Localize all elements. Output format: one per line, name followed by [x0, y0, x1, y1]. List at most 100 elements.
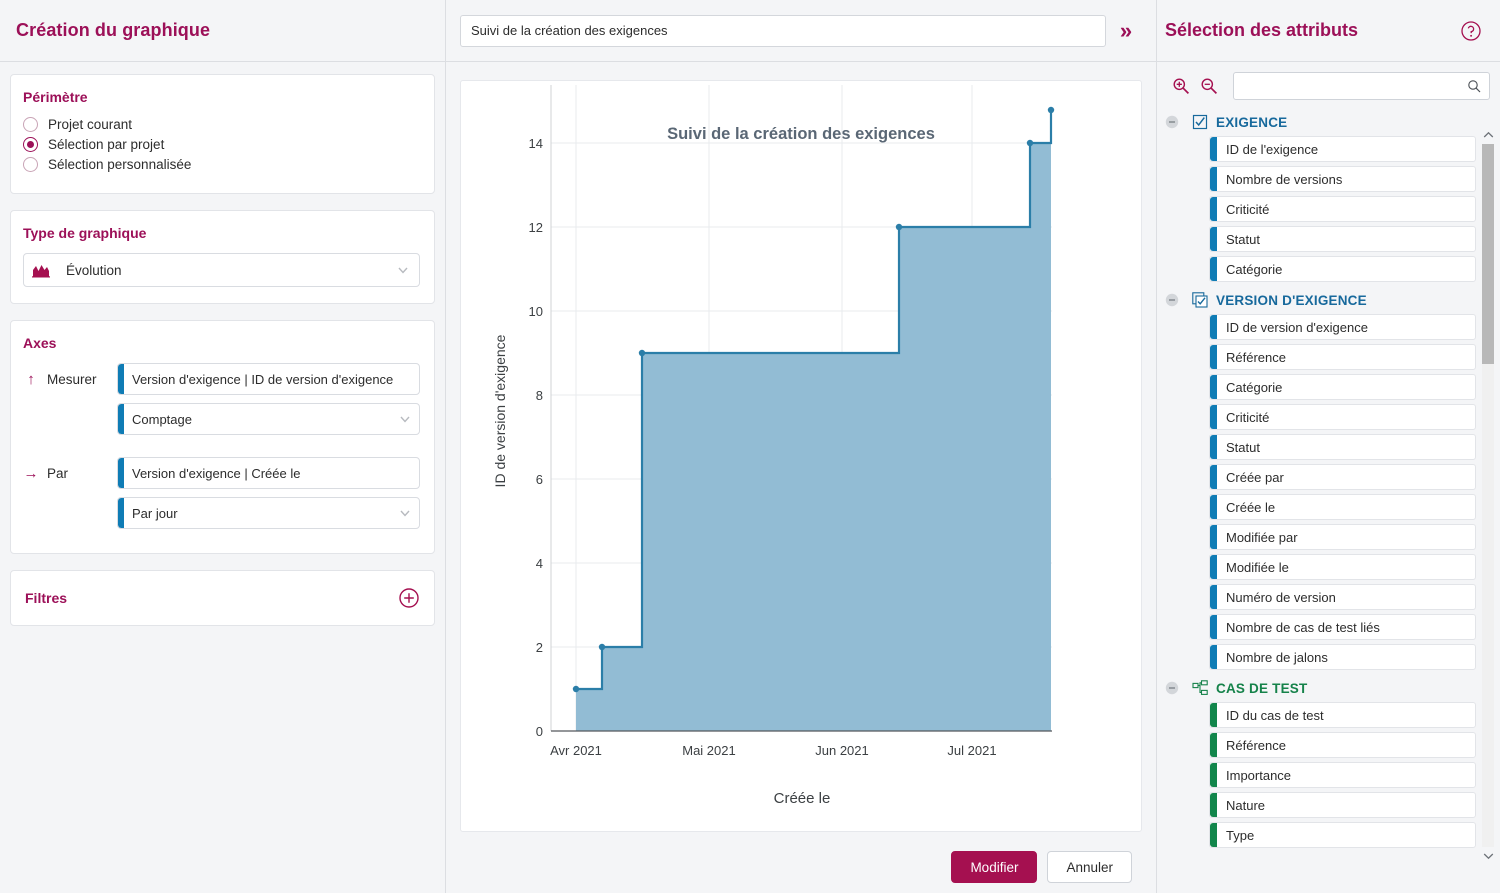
chevron-down-icon[interactable] — [399, 413, 411, 425]
zoom-out-icon[interactable] — [1199, 76, 1219, 96]
axes-card: Axes ↑ Mesurer Version d'exigence | ID d… — [10, 320, 435, 554]
chart-y-tick-labels: 0 2 4 6 8 10 12 14 — [529, 136, 543, 739]
attribute-selection-panel: Sélection des attributs — [1156, 0, 1500, 893]
radio-option-projet-courant[interactable]: Projet courant — [23, 117, 420, 132]
attribute-label: Nombre de cas de test liés — [1226, 620, 1380, 635]
attribute-item[interactable]: Modifiée par — [1209, 524, 1476, 550]
axis-field-wrap: Par jour — [117, 497, 420, 529]
left-panel-body: Périmètre Projet courant Sélection par p… — [0, 62, 445, 642]
attribute-item[interactable]: Importance — [1209, 762, 1476, 788]
radio-indicator[interactable] — [23, 137, 38, 152]
attribute-item[interactable]: Modifiée le — [1209, 554, 1476, 580]
attribute-item[interactable]: Nombre de versions — [1209, 166, 1476, 192]
tree-group-cas-de-test[interactable]: CAS DE TEST — [1165, 674, 1476, 702]
axis-row-measure-operation: ↑ x Comptage — [23, 403, 420, 435]
attribute-item[interactable]: Nombre de jalons — [1209, 644, 1476, 670]
attribute-item[interactable]: ID de l'exigence — [1209, 136, 1476, 162]
axis-row-par: → Par Version d'exigence | Créée le — [23, 457, 420, 489]
minus-circle-icon[interactable] — [1165, 115, 1179, 129]
minus-circle-icon[interactable] — [1165, 681, 1179, 695]
attribute-label: Référence — [1226, 350, 1286, 365]
arrow-up-icon: ↑ — [23, 371, 39, 388]
svg-text:Avr 2021: Avr 2021 — [550, 743, 602, 758]
modifier-button[interactable]: Modifier — [951, 851, 1037, 883]
radio-option-selection-personnalisee[interactable]: Sélection personnalisée — [23, 157, 420, 172]
attribute-item[interactable]: ID de version d'exigence — [1209, 314, 1476, 340]
page-title: Création du graphique — [16, 20, 210, 41]
by-operation-select[interactable]: Par jour — [117, 497, 420, 529]
zoom-in-icon[interactable] — [1171, 76, 1191, 96]
chart-type-select[interactable]: Évolution — [23, 253, 420, 287]
data-point — [1027, 140, 1033, 146]
chart-type-title: Type de graphique — [23, 225, 420, 241]
right-panel-header: Sélection des attributs — [1157, 0, 1500, 62]
attribute-item[interactable]: Statut — [1209, 434, 1476, 460]
attribute-item[interactable]: Créée le — [1209, 494, 1476, 520]
radio-option-selection-par-projet[interactable]: Sélection par projet — [23, 137, 420, 152]
attribute-item[interactable]: Nombre de cas de test liés — [1209, 614, 1476, 640]
chevron-down-icon[interactable] — [1483, 852, 1494, 860]
measure-field[interactable]: Version d'exigence | ID de version d'exi… — [117, 363, 420, 395]
area-chart-icon — [32, 263, 52, 278]
by-field-value: Version d'exigence | Créée le — [132, 466, 411, 481]
chevron-down-icon[interactable] — [399, 507, 411, 519]
checkbox-checked-icon — [1192, 114, 1208, 130]
chevron-up-icon[interactable] — [1483, 131, 1494, 139]
measure-operation-value: Comptage — [132, 412, 399, 427]
annuler-button[interactable]: Annuler — [1047, 851, 1132, 883]
scroll-up-button[interactable] — [1482, 128, 1494, 142]
plus-circle-icon[interactable] — [398, 587, 420, 609]
attribute-label: Catégorie — [1226, 262, 1282, 277]
help-circle-icon[interactable] — [1460, 20, 1482, 42]
radio-indicator[interactable] — [23, 117, 38, 132]
perimetre-card: Périmètre Projet courant Sélection par p… — [10, 74, 435, 194]
minus-circle-icon[interactable] — [1165, 293, 1179, 307]
svg-text:12: 12 — [529, 220, 543, 235]
attribute-item[interactable]: Référence — [1209, 732, 1476, 758]
chart-preview-panel: » Suivi de la création des exigences — [446, 0, 1156, 893]
measure-operation-select[interactable]: Comptage — [117, 403, 420, 435]
tree-group-version-exigence[interactable]: VERSION D'EXIGENCE — [1165, 286, 1476, 314]
axis-field-wrap: Version d'exigence | ID de version d'exi… — [117, 363, 420, 395]
search-icon[interactable] — [1467, 79, 1481, 93]
attribute-item[interactable]: Catégorie — [1209, 256, 1476, 282]
attribute-item[interactable]: Créée par — [1209, 464, 1476, 490]
copy-checkbox-icon — [1192, 292, 1208, 308]
attribute-item[interactable]: Numéro de version — [1209, 584, 1476, 610]
attribute-item[interactable]: Criticité — [1209, 196, 1476, 222]
data-point — [896, 224, 902, 230]
axis-field-wrap: Comptage — [117, 403, 420, 435]
group-label: CAS DE TEST — [1216, 681, 1307, 696]
data-point — [599, 644, 605, 650]
expand-panel-button[interactable]: » — [1106, 11, 1146, 51]
attribute-label: Nature — [1226, 798, 1265, 813]
attribute-item[interactable]: ID du cas de test — [1209, 702, 1476, 728]
attribute-item[interactable]: Référence — [1209, 344, 1476, 370]
attribute-toolbar — [1157, 62, 1500, 108]
search-input[interactable] — [1240, 79, 1467, 94]
attribute-label: Statut — [1226, 440, 1260, 455]
tree-group-exigence[interactable]: EXIGENCE — [1165, 108, 1476, 136]
svg-text:Jul 2021: Jul 2021 — [947, 743, 996, 758]
scroll-down-button[interactable] — [1482, 849, 1494, 863]
attribute-item[interactable]: Statut — [1209, 226, 1476, 252]
arrow-right-icon: → — [23, 465, 39, 482]
attribute-search-box[interactable] — [1233, 72, 1490, 100]
chart-footer-actions: Modifier Annuler — [951, 851, 1132, 883]
attribute-label: Importance — [1226, 768, 1291, 783]
scrollbar-thumb[interactable] — [1482, 144, 1494, 364]
axis-field-wrap: Version d'exigence | Créée le — [117, 457, 420, 489]
attribute-label: Type — [1226, 828, 1254, 843]
by-field[interactable]: Version d'exigence | Créée le — [117, 457, 420, 489]
chevron-down-icon[interactable] — [397, 264, 409, 276]
attribute-item[interactable]: Criticité — [1209, 404, 1476, 430]
attribute-item[interactable]: Nature — [1209, 792, 1476, 818]
attribute-item[interactable]: Catégorie — [1209, 374, 1476, 400]
data-point — [639, 350, 645, 356]
chart-title-input[interactable] — [460, 15, 1106, 47]
evolution-area-chart: 0 2 4 6 8 10 12 14 Avr 2021 Mai 2021 Jun… — [461, 81, 1143, 833]
attribute-tree-scrollbar[interactable] — [1482, 128, 1494, 863]
axes-title: Axes — [23, 335, 420, 351]
radio-indicator[interactable] — [23, 157, 38, 172]
attribute-item[interactable]: Type — [1209, 822, 1476, 848]
